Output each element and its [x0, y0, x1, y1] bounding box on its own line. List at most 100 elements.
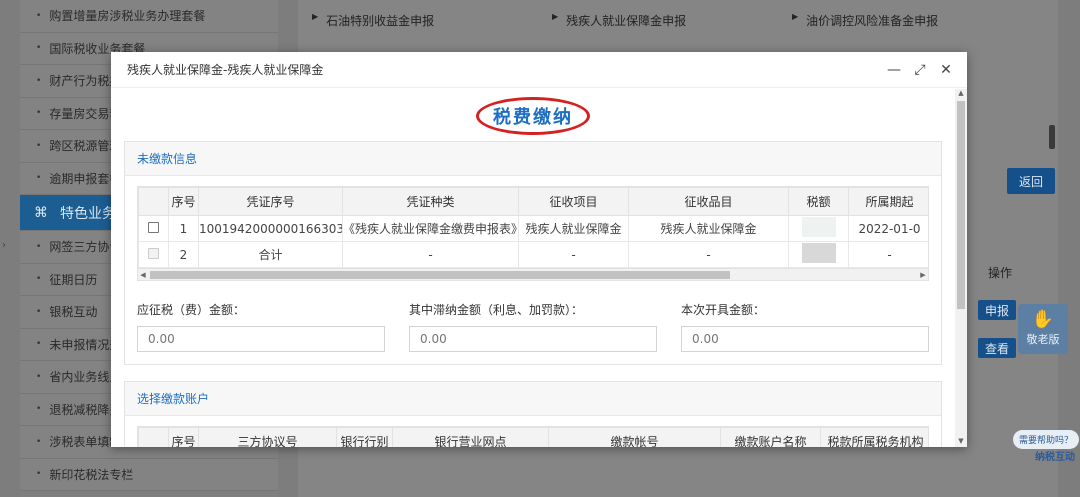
sidebar-item[interactable]: • 新印花税法专栏: [20, 458, 278, 491]
modal-body: 税费缴纳 未缴款信息 序号 凭证序号 凭证种类 征收项目 征收品目 税额 所属期…: [111, 89, 955, 447]
row-checkbox[interactable]: [138, 215, 169, 242]
vertical-scrollbar[interactable]: ▲ ▼: [955, 89, 967, 447]
column-header: [138, 187, 169, 216]
row-checkbox: [138, 241, 169, 268]
collapse-arrow-icon[interactable]: ›: [2, 240, 6, 251]
background-scrollbar[interactable]: [1049, 125, 1055, 149]
table-cell: 1: [168, 215, 199, 242]
bullet-icon: •: [36, 469, 42, 480]
column-header: 三方协议号: [198, 427, 337, 447]
redacted-value: [801, 243, 836, 263]
table-cell: -: [628, 241, 789, 268]
invoice-amount-label: 本次开具金额：: [681, 303, 766, 317]
table-cell: 残疾人就业保障金: [518, 215, 629, 242]
unpaid-table: 序号 凭证序号 凭证种类 征收项目 征收品目 税额 所属期起 1 1001942…: [137, 186, 929, 281]
column-header: 序号: [168, 427, 199, 447]
table-cell: 《残疾人就业保障金缴费申报表》: [342, 215, 519, 242]
table-row-total: 2 合计 - - - -: [138, 241, 928, 268]
late-fee-input[interactable]: [409, 326, 657, 352]
scroll-down-icon[interactable]: ▼: [955, 437, 967, 447]
bullet-icon: •: [36, 436, 42, 447]
column-header: 凭证序号: [198, 187, 343, 216]
caret-right-icon: ▶: [792, 12, 799, 21]
checkbox-disabled: [148, 247, 159, 259]
table-cell: -: [518, 241, 629, 268]
bullet-icon: •: [36, 241, 42, 252]
table-cell: 残疾人就业保障金: [628, 215, 789, 242]
hand-icon: ✋: [1031, 309, 1055, 330]
bullet-icon: •: [36, 306, 42, 317]
top-link[interactable]: ▶ 残疾人就业保障金申报: [552, 12, 686, 29]
scrollbar-thumb[interactable]: [150, 271, 730, 279]
column-header: 征收项目: [518, 187, 629, 216]
checkbox[interactable]: [148, 221, 159, 233]
top-link[interactable]: ▶ 石油特别收益金申报: [312, 12, 434, 29]
scroll-up-icon[interactable]: ▲: [955, 89, 967, 99]
column-header: 银行营业网点: [392, 427, 549, 447]
tax-amount-cell: [788, 241, 849, 268]
section-heading: 未缴款信息: [125, 142, 941, 176]
bullet-icon: •: [36, 10, 42, 21]
return-button[interactable]: 返回: [1007, 168, 1055, 194]
caret-right-icon: ▶: [552, 12, 559, 21]
voucher-number-cell: 1001942000000166303: [198, 215, 343, 242]
bullet-icon: •: [36, 140, 42, 151]
mascot-widget[interactable]: 纳税互动: [1035, 452, 1075, 496]
operations-header: 操作: [988, 266, 1013, 280]
column-header: [138, 427, 169, 447]
unpaid-info-section: 未缴款信息 序号 凭证序号 凭证种类 征收项目 征收品目 税额 所属期起 1 1…: [124, 141, 942, 365]
close-icon[interactable]: ✕: [939, 62, 953, 78]
page-title: 税费缴纳: [476, 97, 590, 135]
elder-mode-button[interactable]: ✋ 敬老版: [1018, 304, 1068, 354]
table-cell: -: [342, 241, 519, 268]
top-link[interactable]: ▶ 油价调控风险准备金申报: [792, 12, 938, 29]
column-header: 税款所属税务机构: [820, 427, 928, 447]
payable-amount-input[interactable]: [137, 326, 385, 352]
modal-title: 残疾人就业保障金-残疾人就业保障金: [127, 63, 324, 77]
bullet-icon: •: [36, 173, 42, 184]
tax-amount-cell: [788, 215, 849, 242]
bullet-icon: •: [36, 43, 42, 54]
bullet-icon: •: [36, 371, 42, 382]
tax-payment-modal: 残疾人就业保障金-残疾人就业保障金 — ⤢ ✕ 税费缴纳 未缴款信息 序号 凭证…: [111, 52, 967, 447]
bullet-icon: •: [36, 404, 42, 415]
bullet-icon: •: [36, 274, 42, 285]
redacted-value: [801, 217, 836, 237]
sidebar-item[interactable]: • 购置增量房涉税业务办理套餐: [20, 0, 278, 33]
payment-account-section: 选择缴款账户 序号 三方协议号 银行行别 银行营业网点 缴款帐号 缴款账户名称 …: [124, 381, 942, 447]
table-cell: 2: [168, 241, 199, 268]
invoice-amount-input[interactable]: [681, 326, 929, 352]
table-cell: -: [848, 241, 928, 268]
column-header: 所属期起: [848, 187, 928, 216]
horizontal-scrollbar[interactable]: ◀ ▶: [138, 268, 928, 280]
bullet-icon: •: [36, 75, 42, 86]
scrollbar-thumb[interactable]: [957, 101, 965, 309]
grid-icon: ⌘: [34, 204, 48, 221]
scroll-right-icon[interactable]: ▶: [918, 269, 928, 280]
column-header: 缴款账户名称: [720, 427, 821, 447]
account-table: 序号 三方协议号 银行行别 银行营业网点 缴款帐号 缴款账户名称 税款所属税务机…: [137, 426, 929, 447]
caret-right-icon: ▶: [312, 12, 319, 21]
column-header: 序号: [168, 187, 199, 216]
scroll-left-icon[interactable]: ◀: [138, 269, 148, 280]
amount-summary: 应征税（费）金额： 其中滞纳金额（利息、加罚款）： 本次开具金额：: [137, 301, 929, 352]
column-header: 缴款帐号: [548, 427, 721, 447]
minimize-icon[interactable]: —: [887, 62, 901, 78]
section-heading: 选择缴款账户: [125, 382, 941, 416]
table-row[interactable]: 1 1001942000000166303 《残疾人就业保障金缴费申报表》 残疾…: [138, 215, 928, 242]
column-header: 征收品目: [628, 187, 789, 216]
column-header: 银行行别: [336, 427, 393, 447]
help-bubble[interactable]: 需要帮助吗？: [1013, 430, 1080, 449]
declare-button[interactable]: 申报: [978, 300, 1016, 320]
modal-header[interactable]: 残疾人就业保障金-残疾人就业保障金 — ⤢ ✕: [111, 52, 967, 88]
payable-amount-label: 应征税（费）金额：: [137, 303, 246, 317]
column-header: 凭证种类: [342, 187, 519, 216]
bullet-icon: •: [36, 339, 42, 350]
bullet-icon: •: [36, 108, 42, 119]
column-header: 税额: [788, 187, 849, 216]
late-fee-label: 其中滞纳金额（利息、加罚款）：: [409, 303, 584, 317]
view-button[interactable]: 查看: [978, 338, 1016, 358]
maximize-icon[interactable]: ⤢: [913, 62, 927, 78]
table-cell: 2022-01-0: [848, 215, 928, 242]
table-cell: 合计: [198, 241, 343, 268]
